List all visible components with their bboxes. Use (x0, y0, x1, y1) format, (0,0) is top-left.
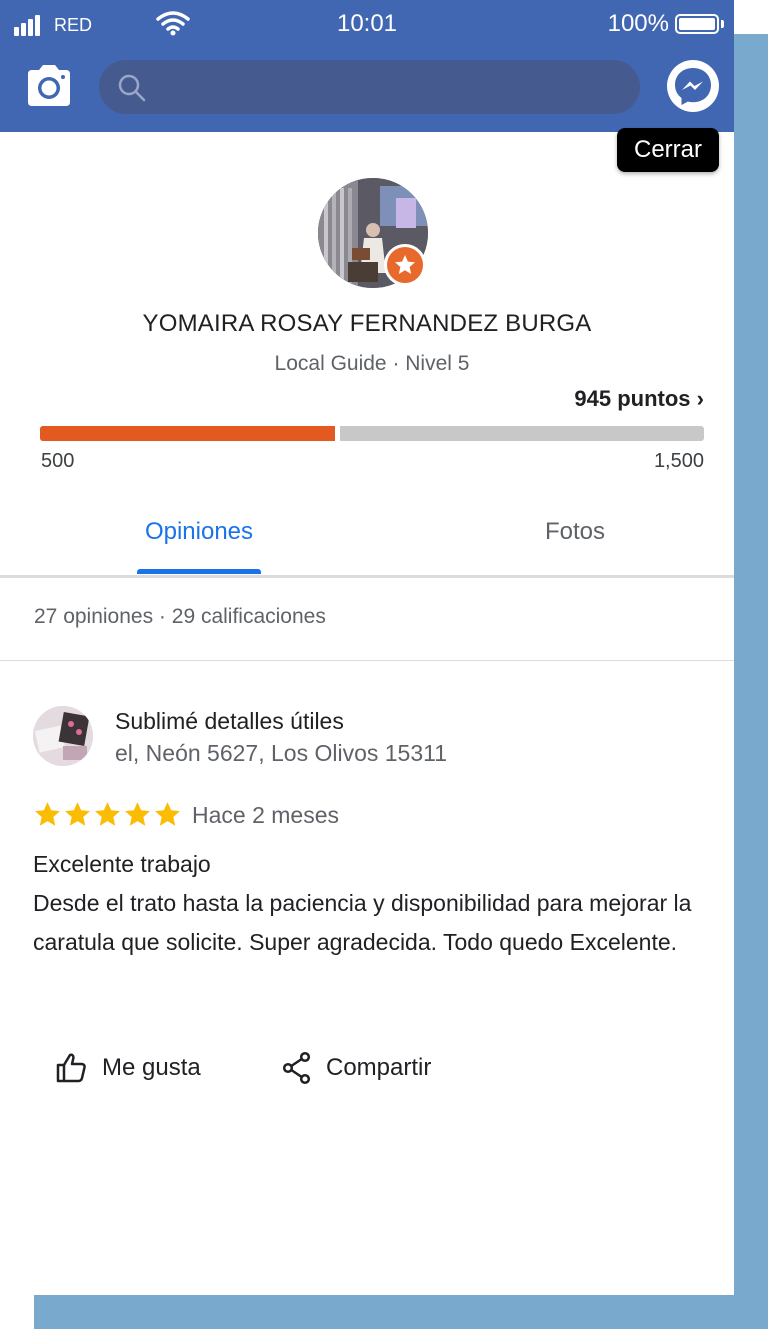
star-badge-icon (395, 255, 415, 274)
local-guide-badge (384, 244, 426, 286)
like-label: Me gusta (102, 1054, 201, 1081)
thumbs-up-icon (56, 1053, 86, 1083)
tab-fotos[interactable]: Fotos (510, 518, 640, 578)
active-tab-indicator (137, 569, 261, 574)
profile-name: YOMAIRA ROSAY FERNANDEZ BURGA (142, 310, 592, 337)
progress-min-label: 500 (41, 450, 75, 472)
star-icon (95, 802, 120, 826)
camera-button[interactable] (24, 64, 74, 108)
phone-screen: RED 10:01 100% Cerrar YOMAIRA ROSAY FERN… (0, 0, 734, 1295)
top-nav-bar (0, 48, 734, 132)
review-summary: 27 opiniones · 29 calificaciones (34, 605, 326, 628)
points-progress-bar (40, 426, 704, 441)
camera-icon (28, 65, 70, 106)
star-icon (35, 802, 60, 826)
battery-percent: 100% (607, 10, 669, 37)
star-icon (155, 802, 180, 826)
share-label: Compartir (326, 1054, 432, 1081)
star-icon (125, 802, 150, 826)
star-rating (33, 800, 183, 829)
progress-max-label: 1,500 (653, 450, 704, 472)
messenger-icon (675, 68, 711, 105)
place-name[interactable]: Sublimé detalles útiles (115, 708, 344, 735)
chevron-right-icon: › (696, 386, 704, 411)
battery-icon (675, 14, 719, 34)
share-button[interactable]: Compartir (282, 1048, 431, 1088)
points-link[interactable]: 945 puntos › (574, 386, 704, 412)
search-bar[interactable] (99, 60, 640, 114)
review-time: Hace 2 meses (192, 802, 340, 828)
tabs-divider (0, 575, 734, 578)
review-text: Excelente trabajo Desde el trato hasta l… (33, 851, 692, 955)
battery-indicator: 100% (608, 10, 724, 38)
search-icon (118, 74, 146, 102)
points-label: 945 puntos (574, 386, 691, 411)
divider (0, 660, 734, 661)
place-thumbnail[interactable] (33, 706, 93, 766)
progress-fill (40, 426, 335, 441)
place-address: el, Neón 5627, Los Olivos 15311 (115, 740, 448, 766)
close-button[interactable]: Cerrar (617, 128, 719, 172)
share-icon (282, 1051, 311, 1085)
status-bar: RED 10:01 100% (0, 0, 734, 48)
star-icon (65, 802, 90, 826)
guide-level: Local Guide · Nivel 5 (274, 352, 470, 375)
search-input[interactable] (159, 70, 623, 104)
like-button[interactable]: Me gusta (54, 1048, 201, 1088)
messenger-button[interactable] (667, 60, 719, 112)
